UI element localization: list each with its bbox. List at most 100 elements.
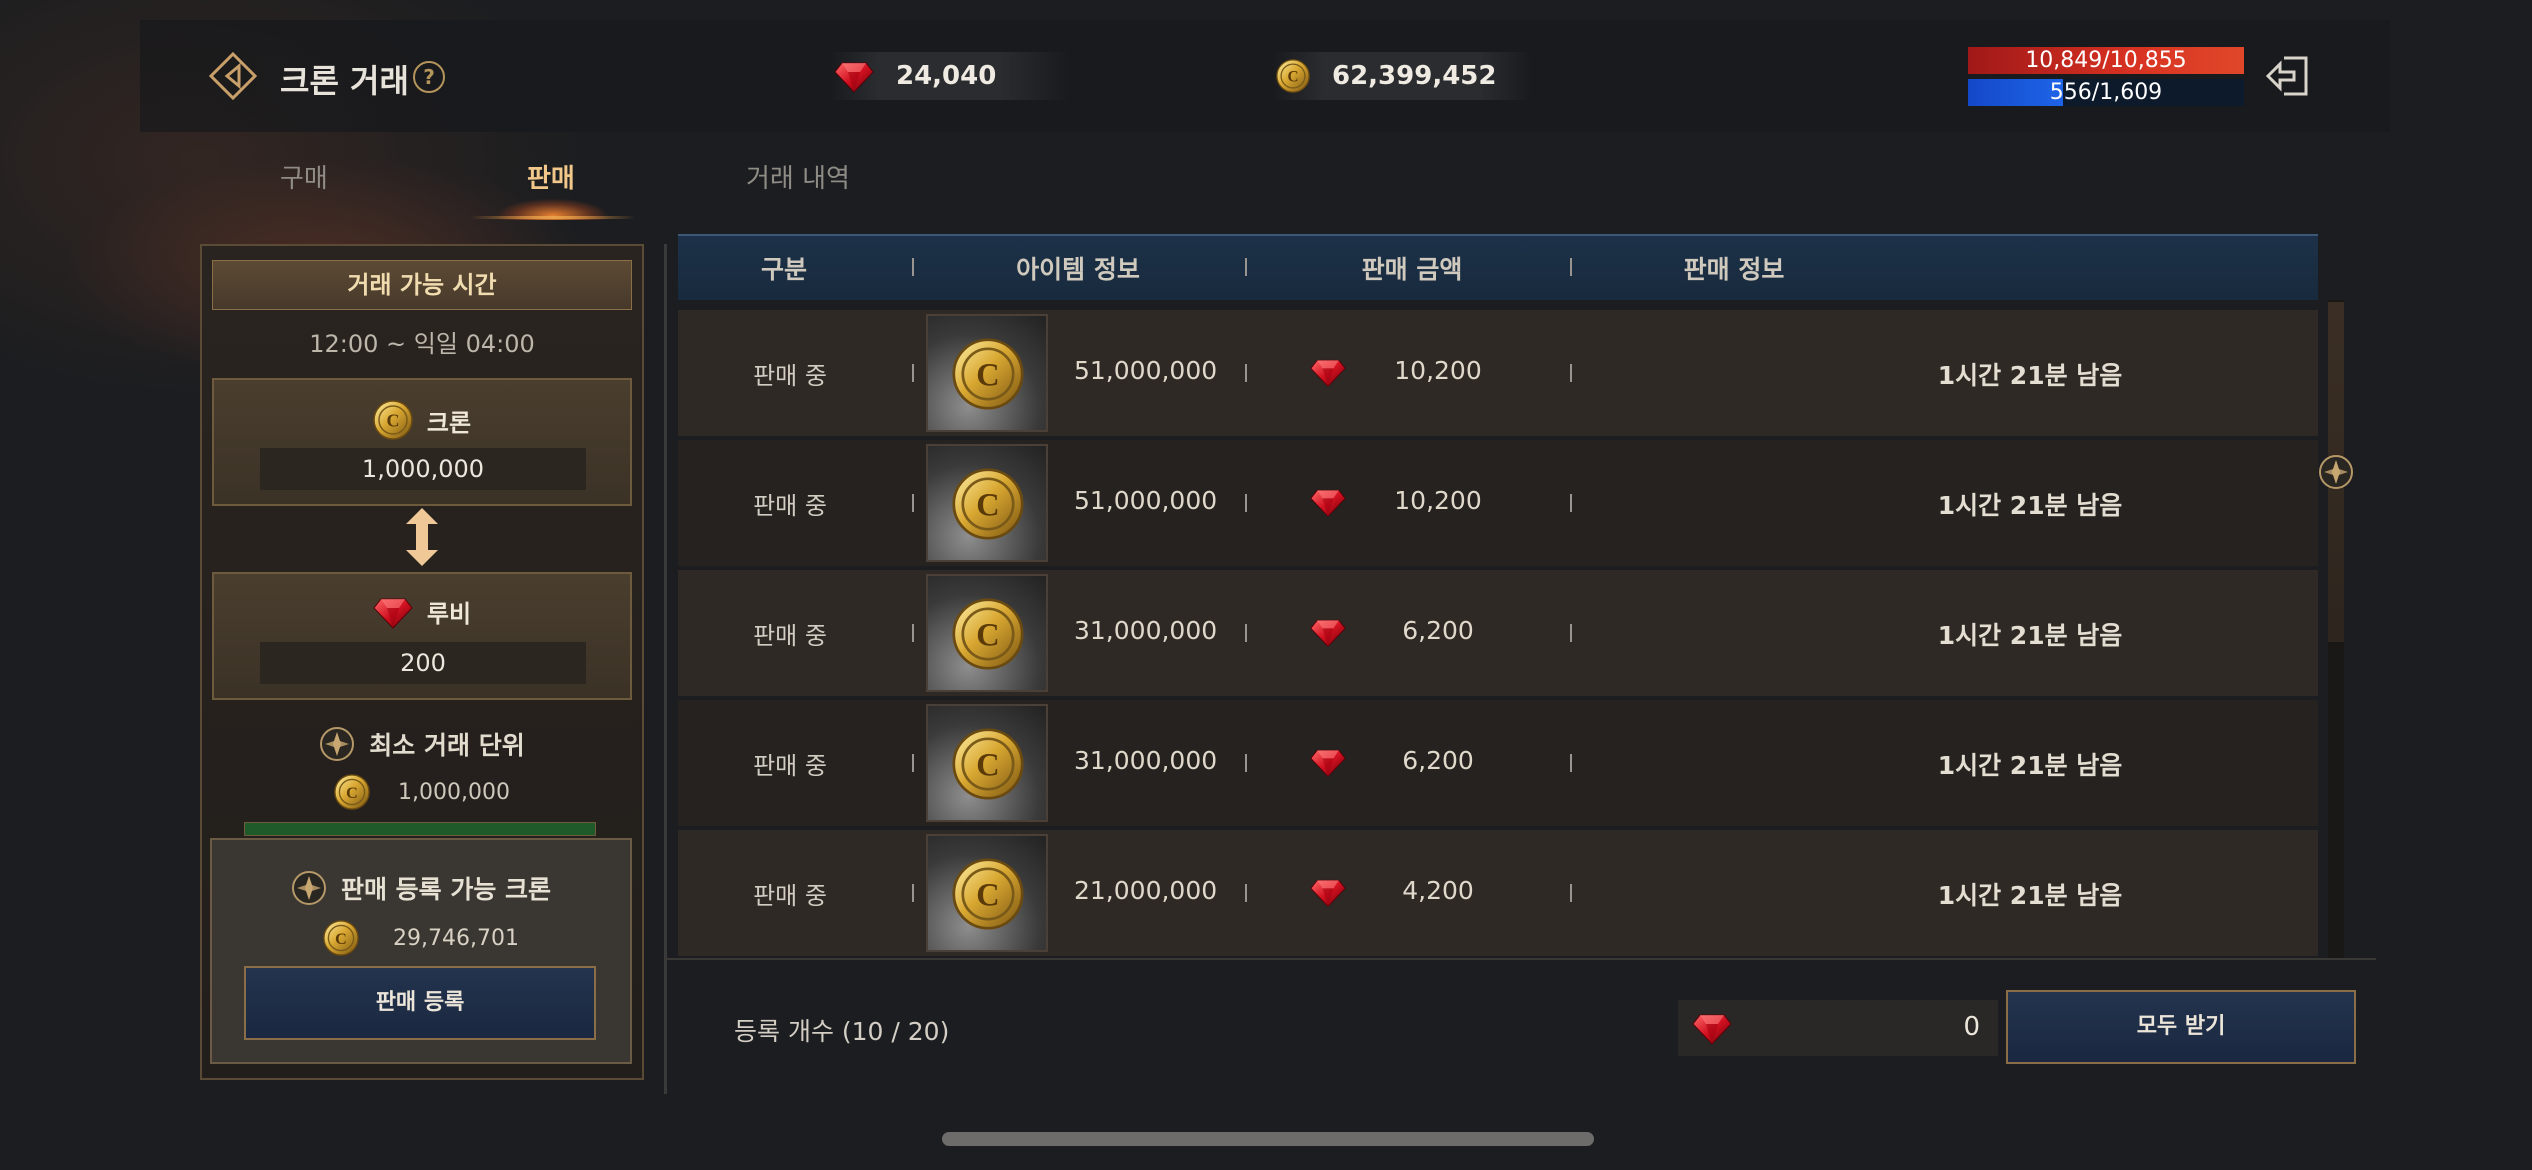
col-separator [1570, 364, 1572, 382]
tab-active-underline [470, 216, 636, 219]
row-cron-amount: 51,000,000 [1074, 486, 1218, 515]
table-row[interactable]: 판매 중 51,000,000 10,200 1시간 21분 남음 [678, 440, 2318, 566]
back-icon[interactable] [205, 48, 261, 104]
cron-coin-icon [952, 598, 1024, 670]
green-strip [244, 822, 596, 836]
hp-bar: 10,849/10,855 [1968, 47, 2244, 74]
ruby-amount: 200 [260, 642, 586, 684]
min-trade-unit: 최소 거래 단위 1,000,000 [212, 726, 632, 810]
ruby-amount-box: 루비 200 [212, 572, 632, 700]
col-separator [912, 494, 914, 512]
col-sale-price: 판매 금액 [1361, 255, 1463, 284]
col-separator [1245, 494, 1247, 512]
col-separator [912, 754, 914, 772]
col-separator [1570, 754, 1572, 772]
ruby-icon [834, 59, 874, 93]
ruby-icon [1692, 1011, 1732, 1045]
cron-coin-icon [323, 920, 359, 956]
receivable-ruby: 0 [1678, 1000, 1998, 1056]
sellable-value: 29,746,701 [393, 925, 519, 951]
col-separator [912, 884, 914, 902]
tab-buy[interactable]: 구매 [280, 158, 328, 195]
col-item-info: 아이템 정보 [1016, 255, 1140, 284]
cron-coin-icon [1276, 59, 1310, 93]
row-remaining-time: 1시간 21분 남음 [1937, 491, 2123, 520]
emblem-icon [291, 870, 327, 906]
col-separator [912, 624, 914, 642]
col-sale-info: 판매 정보 [1683, 255, 1785, 284]
ruby-icon [1310, 486, 1346, 518]
sell-register-button[interactable]: 판매 등록 [244, 966, 596, 1040]
table-row[interactable]: 판매 중 51,000,000 10,200 1시간 21분 남음 [678, 310, 2318, 436]
ruby-balance: 24,040 [830, 52, 1070, 100]
exit-icon[interactable] [2264, 52, 2312, 100]
ruby-icon [1310, 746, 1346, 778]
trade-time-range: 12:00 ~ 익일 04:00 [309, 330, 535, 358]
table-row[interactable]: 판매 중 31,000,000 6,200 1시간 21분 남음 [678, 570, 2318, 696]
col-separator [1570, 258, 1572, 276]
row-cron-amount: 51,000,000 [1074, 356, 1218, 385]
row-ruby-price: 6,200 [1402, 616, 1474, 645]
cron-coin-icon [334, 774, 370, 810]
ruby-icon [1310, 616, 1346, 648]
cron-coin-icon [952, 728, 1024, 800]
help-icon[interactable]: ? [413, 61, 445, 93]
ruby-icon [1310, 876, 1346, 908]
min-unit-label: 최소 거래 단위 [369, 731, 525, 760]
col-separator [912, 258, 914, 276]
col-separator [1245, 754, 1247, 772]
item-thumbnail[interactable] [926, 704, 1048, 822]
row-ruby-price: 10,200 [1394, 356, 1482, 385]
row-remaining-time: 1시간 21분 남음 [1937, 751, 2123, 780]
sellable-label: 판매 등록 가능 크론 [340, 875, 552, 904]
row-status: 판매 중 [753, 752, 827, 780]
cron-coin-icon [952, 338, 1024, 410]
row-status: 판매 중 [753, 492, 827, 520]
trade-time-header: 거래 가능 시간 [212, 260, 632, 310]
row-status: 판매 중 [753, 882, 827, 910]
row-cron-amount: 31,000,000 [1074, 616, 1218, 645]
cron-coin-icon [952, 858, 1024, 930]
ruby-label: 루비 [426, 600, 472, 628]
row-cron-amount: 31,000,000 [1074, 746, 1218, 775]
row-remaining-time: 1시간 21분 남음 [1937, 361, 2123, 390]
tab-history[interactable]: 거래 내역 [746, 158, 850, 195]
row-cron-amount: 21,000,000 [1074, 876, 1218, 905]
cron-coin-icon [952, 468, 1024, 540]
mp-value: 556/1,609 [2049, 80, 2163, 105]
receive-all-button[interactable]: 모두 받기 [2006, 990, 2356, 1064]
scroll-knob-icon[interactable] [2318, 454, 2354, 490]
panel-divider [664, 244, 667, 1094]
row-status: 판매 중 [753, 362, 827, 390]
footer-divider [666, 958, 2376, 960]
mp-bar: 556/1,609 [1968, 79, 2244, 106]
cron-label: 크론 [426, 408, 472, 437]
ruby-icon [1310, 356, 1346, 388]
item-thumbnail[interactable] [926, 444, 1048, 562]
tab-sell[interactable]: 판매 [527, 158, 575, 195]
registered-count: 등록 개수 (10 / 20) [734, 1017, 950, 1046]
home-indicator [942, 1132, 1594, 1146]
col-separator [1245, 258, 1247, 276]
row-remaining-time: 1시간 21분 남음 [1937, 881, 2123, 910]
item-thumbnail[interactable] [926, 314, 1048, 432]
cron-balance: 62,399,452 [1272, 52, 1532, 100]
item-thumbnail[interactable] [926, 834, 1048, 952]
col-separator [1245, 624, 1247, 642]
col-separator [1245, 364, 1247, 382]
col-separator [1570, 884, 1572, 902]
table-row[interactable]: 판매 중 31,000,000 6,200 1시간 21분 남음 [678, 700, 2318, 826]
row-remaining-time: 1시간 21분 남음 [1937, 621, 2123, 650]
cron-balance-value: 62,399,452 [1332, 61, 1497, 91]
table-header [678, 234, 2318, 300]
table-row[interactable]: 판매 중 21,000,000 4,200 1시간 21분 남음 [678, 830, 2318, 956]
cron-coin-icon [373, 400, 413, 440]
min-unit-value: 1,000,000 [398, 779, 510, 805]
ruby-balance-value: 24,040 [896, 61, 997, 91]
ruby-label-row: 루비 [214, 594, 630, 629]
col-separator [1570, 494, 1572, 512]
top-bar [140, 20, 2390, 132]
ruby-icon [373, 595, 413, 629]
item-thumbnail[interactable] [926, 574, 1048, 692]
row-status: 판매 중 [753, 622, 827, 650]
